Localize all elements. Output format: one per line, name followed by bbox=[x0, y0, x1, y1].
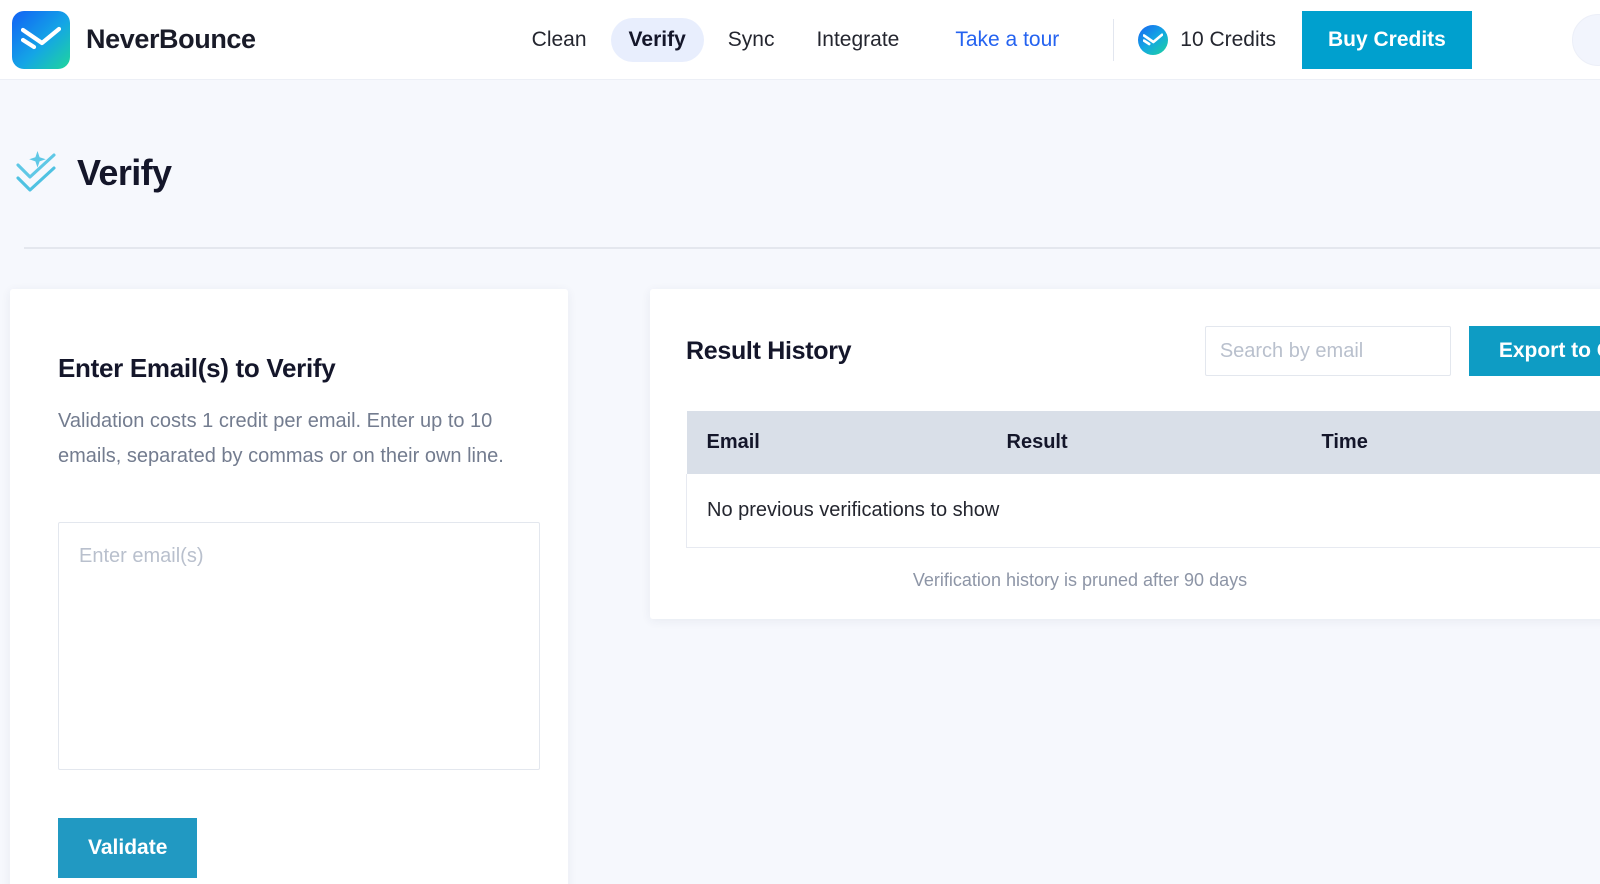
result-history-header: Result History Export to CSV bbox=[650, 323, 1600, 379]
history-pruning-note: Verification history is pruned after 90 … bbox=[650, 570, 1510, 591]
user-avatar-icon[interactable] bbox=[1572, 14, 1600, 66]
nav-item-integrate[interactable]: Integrate bbox=[798, 18, 917, 62]
top-navigation-bar: NeverBounce Clean Verify Sync Integrate … bbox=[0, 0, 1600, 80]
nav-divider bbox=[1113, 19, 1114, 61]
main-nav: Clean Verify Sync Integrate Take a tour bbox=[514, 18, 1078, 62]
table-body: No previous verifications to show bbox=[687, 474, 1600, 548]
page-title-row: Verify bbox=[14, 128, 1600, 218]
page-title: Verify bbox=[77, 152, 171, 194]
credit-coin-icon bbox=[1138, 25, 1168, 55]
table-header-row: Email Result Time bbox=[687, 411, 1600, 474]
main-content: Enter Email(s) to Verify Validation cost… bbox=[0, 232, 1600, 884]
column-header-result[interactable]: Result bbox=[987, 411, 1302, 474]
search-by-email-input[interactable] bbox=[1205, 326, 1451, 376]
verify-card-title: Enter Email(s) to Verify bbox=[58, 353, 520, 384]
column-header-email[interactable]: Email bbox=[687, 411, 987, 474]
result-history-table: Email Result Time No previous verificati… bbox=[686, 411, 1600, 548]
verify-card-description: Validation costs 1 credit per email. Ent… bbox=[58, 404, 520, 474]
nav-item-sync[interactable]: Sync bbox=[710, 18, 793, 62]
credits-label: 10 Credits bbox=[1180, 28, 1276, 52]
verify-email-card: Enter Email(s) to Verify Validation cost… bbox=[10, 289, 568, 884]
column-header-time[interactable]: Time bbox=[1302, 411, 1600, 474]
validate-button[interactable]: Validate bbox=[58, 818, 197, 878]
nav-item-take-a-tour[interactable]: Take a tour bbox=[937, 18, 1077, 62]
buy-credits-button[interactable]: Buy Credits bbox=[1302, 11, 1472, 69]
empty-state-message: No previous verifications to show bbox=[687, 474, 1600, 548]
verify-check-sparkle-icon bbox=[14, 145, 60, 202]
brand-logo[interactable]: NeverBounce bbox=[12, 11, 256, 69]
page-header: Verify bbox=[0, 80, 1600, 232]
credits-indicator[interactable]: 10 Credits bbox=[1138, 25, 1276, 55]
envelope-swoosh-icon bbox=[12, 11, 70, 69]
export-to-csv-button[interactable]: Export to CSV bbox=[1469, 326, 1600, 376]
email-input-textarea[interactable] bbox=[58, 522, 540, 770]
table-row-empty: No previous verifications to show bbox=[687, 474, 1600, 548]
nav-item-clean[interactable]: Clean bbox=[514, 18, 605, 62]
result-history-card: Result History Export to CSV Email Resul… bbox=[650, 289, 1600, 619]
result-history-title: Result History bbox=[686, 337, 1205, 366]
brand-name: NeverBounce bbox=[86, 24, 256, 55]
nav-item-verify[interactable]: Verify bbox=[611, 18, 704, 62]
